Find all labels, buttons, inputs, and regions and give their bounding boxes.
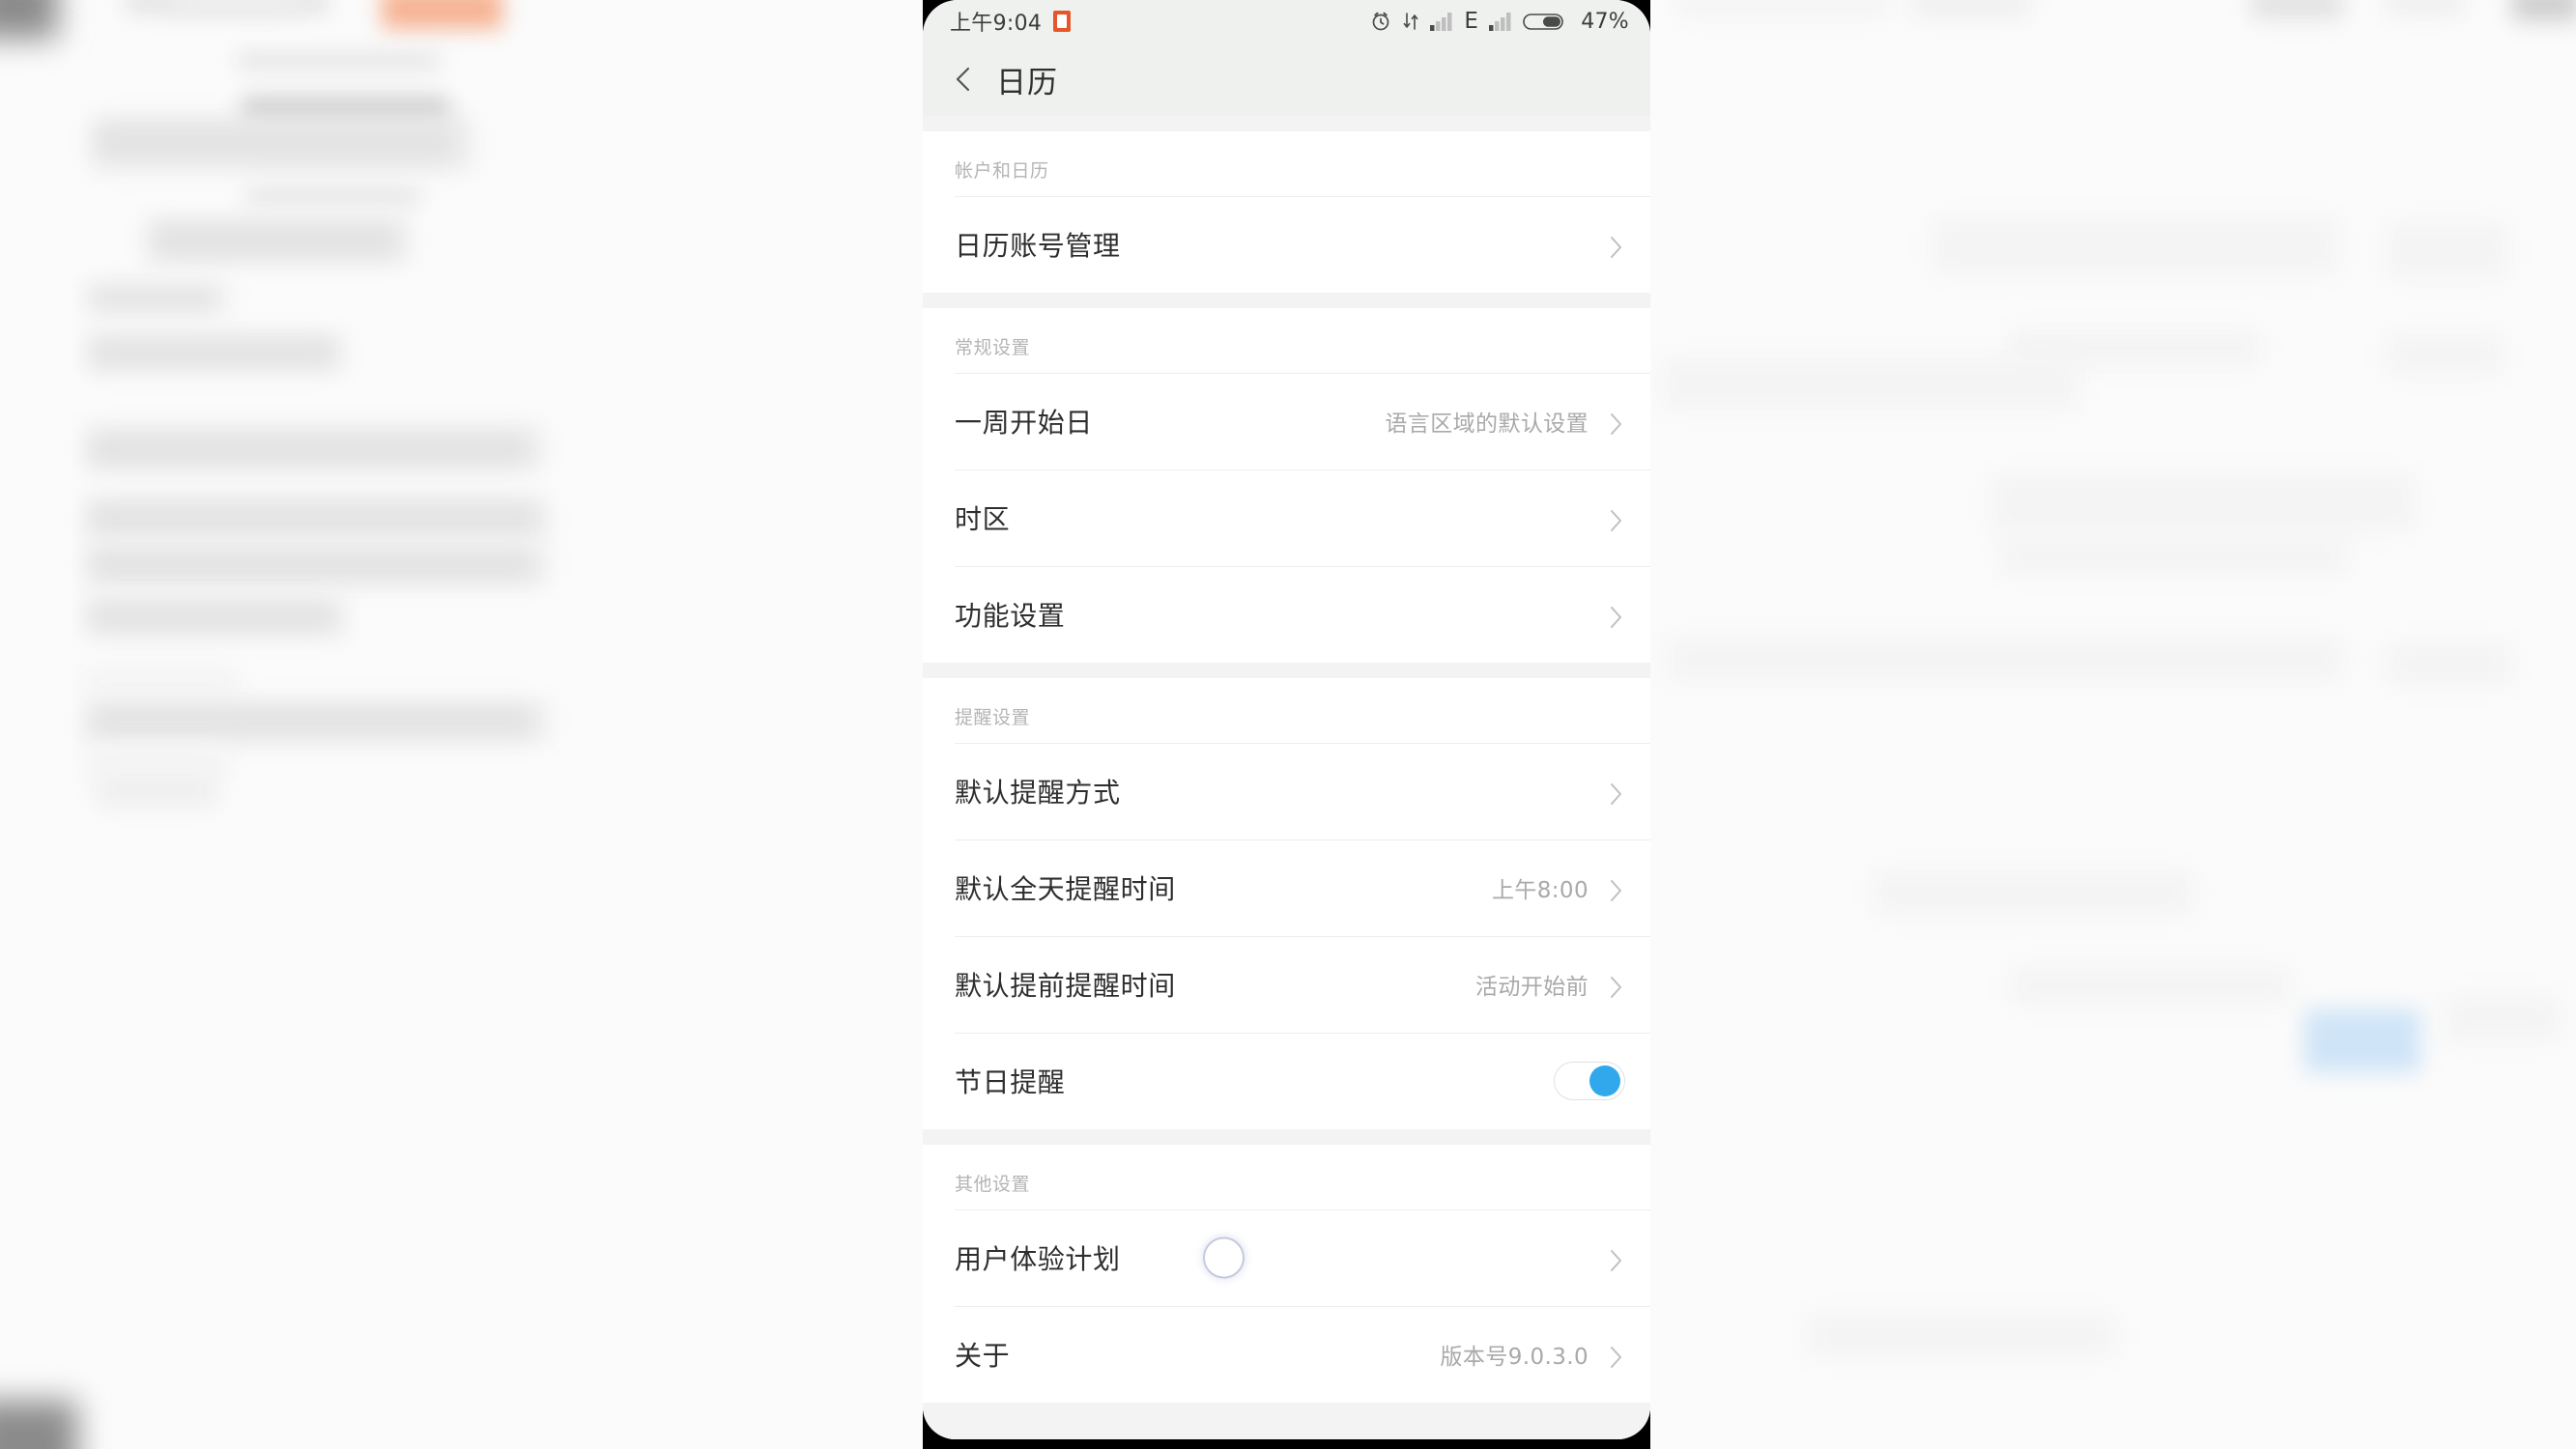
row-value: 语言区域的默认设置 xyxy=(1385,412,1589,437)
status-bar: 上午9:04 E 47% xyxy=(923,0,1650,43)
section-header-other: 其他设置 xyxy=(923,1145,1650,1209)
back-chevron-icon[interactable] xyxy=(948,63,981,96)
row-user-experience-program[interactable]: 用户体验计划 xyxy=(923,1209,1650,1306)
row-value: 活动开始前 xyxy=(1475,975,1589,1000)
title-bar: 日历 xyxy=(923,43,1650,116)
network-type-label: E xyxy=(1464,9,1479,34)
alarm-clock-icon xyxy=(1369,10,1392,33)
row-label: 一周开始日 xyxy=(955,407,1094,439)
section-header-general: 常规设置 xyxy=(923,308,1650,373)
row-value: 版本号9.0.3.0 xyxy=(1440,1345,1589,1370)
page-title: 日历 xyxy=(996,65,1058,100)
phone-screen: 上午9:04 E 47% 日历 帐户和日历 日历账号管理 常规设置 一周开始日 … xyxy=(923,0,1650,1439)
row-label: 默认全天提醒时间 xyxy=(955,873,1176,905)
row-default-allday-reminder-time[interactable]: 默认全天提醒时间 上午8:00 xyxy=(923,839,1650,936)
row-default-reminder-method[interactable]: 默认提醒方式 xyxy=(923,743,1650,839)
chevron-right-icon xyxy=(1606,235,1625,258)
chevron-right-icon xyxy=(1606,508,1625,531)
row-week-start-day[interactable]: 一周开始日 语言区域的默认设置 xyxy=(923,373,1650,469)
chevron-right-icon xyxy=(1606,1345,1625,1368)
row-label: 时区 xyxy=(955,503,1011,535)
signal-bars-icon xyxy=(1429,11,1454,32)
notification-badge-icon xyxy=(1053,11,1072,32)
battery-percent-label: 47% xyxy=(1581,9,1629,34)
row-default-advance-reminder-time[interactable]: 默认提前提醒时间 活动开始前 xyxy=(923,936,1650,1033)
row-value: 上午8:00 xyxy=(1491,878,1589,903)
holiday-reminder-toggle[interactable] xyxy=(1554,1062,1625,1100)
toggle-knob xyxy=(1589,1065,1620,1096)
row-label: 功能设置 xyxy=(955,600,1066,632)
section-gap xyxy=(923,293,1650,308)
chevron-right-icon xyxy=(1606,605,1625,628)
row-holiday-reminder[interactable]: 节日提醒 xyxy=(923,1033,1650,1129)
chevron-right-icon xyxy=(1606,781,1625,805)
row-label: 节日提醒 xyxy=(955,1066,1066,1098)
data-transfer-icon xyxy=(1402,10,1419,33)
row-label: 关于 xyxy=(955,1340,1011,1372)
battery-icon xyxy=(1523,10,1567,33)
signal-bars-icon xyxy=(1488,11,1513,32)
row-timezone[interactable]: 时区 xyxy=(923,469,1650,566)
section-header-accounts: 帐户和日历 xyxy=(923,131,1650,196)
touch-indicator xyxy=(1203,1236,1245,1279)
row-label: 用户体验计划 xyxy=(955,1243,1121,1275)
chevron-right-icon xyxy=(1606,878,1625,901)
row-label: 日历账号管理 xyxy=(955,230,1121,262)
chevron-right-icon xyxy=(1606,1248,1625,1271)
settings-list: 帐户和日历 日历账号管理 常规设置 一周开始日 语言区域的默认设置 时区 功能设… xyxy=(923,116,1650,1439)
chevron-right-icon xyxy=(1606,412,1625,435)
row-feature-settings[interactable]: 功能设置 xyxy=(923,566,1650,663)
list-bottom-padding xyxy=(923,1403,1650,1439)
chevron-right-icon xyxy=(1606,975,1625,998)
row-label: 默认提醒方式 xyxy=(955,777,1121,809)
row-label: 默认提前提醒时间 xyxy=(955,970,1176,1002)
section-gap xyxy=(923,663,1650,678)
phone-screenshot-panel: 上午9:04 E 47% 日历 帐户和日历 日历账号管理 常规设置 一周开始日 … xyxy=(923,0,1650,1449)
section-header-reminders: 提醒设置 xyxy=(923,678,1650,743)
row-calendar-account-management[interactable]: 日历账号管理 xyxy=(923,196,1650,293)
section-gap xyxy=(923,1129,1650,1145)
status-bar-time: 上午9:04 xyxy=(950,12,1043,36)
section-gap xyxy=(923,116,1650,131)
row-about[interactable]: 关于 版本号9.0.3.0 xyxy=(923,1306,1650,1403)
